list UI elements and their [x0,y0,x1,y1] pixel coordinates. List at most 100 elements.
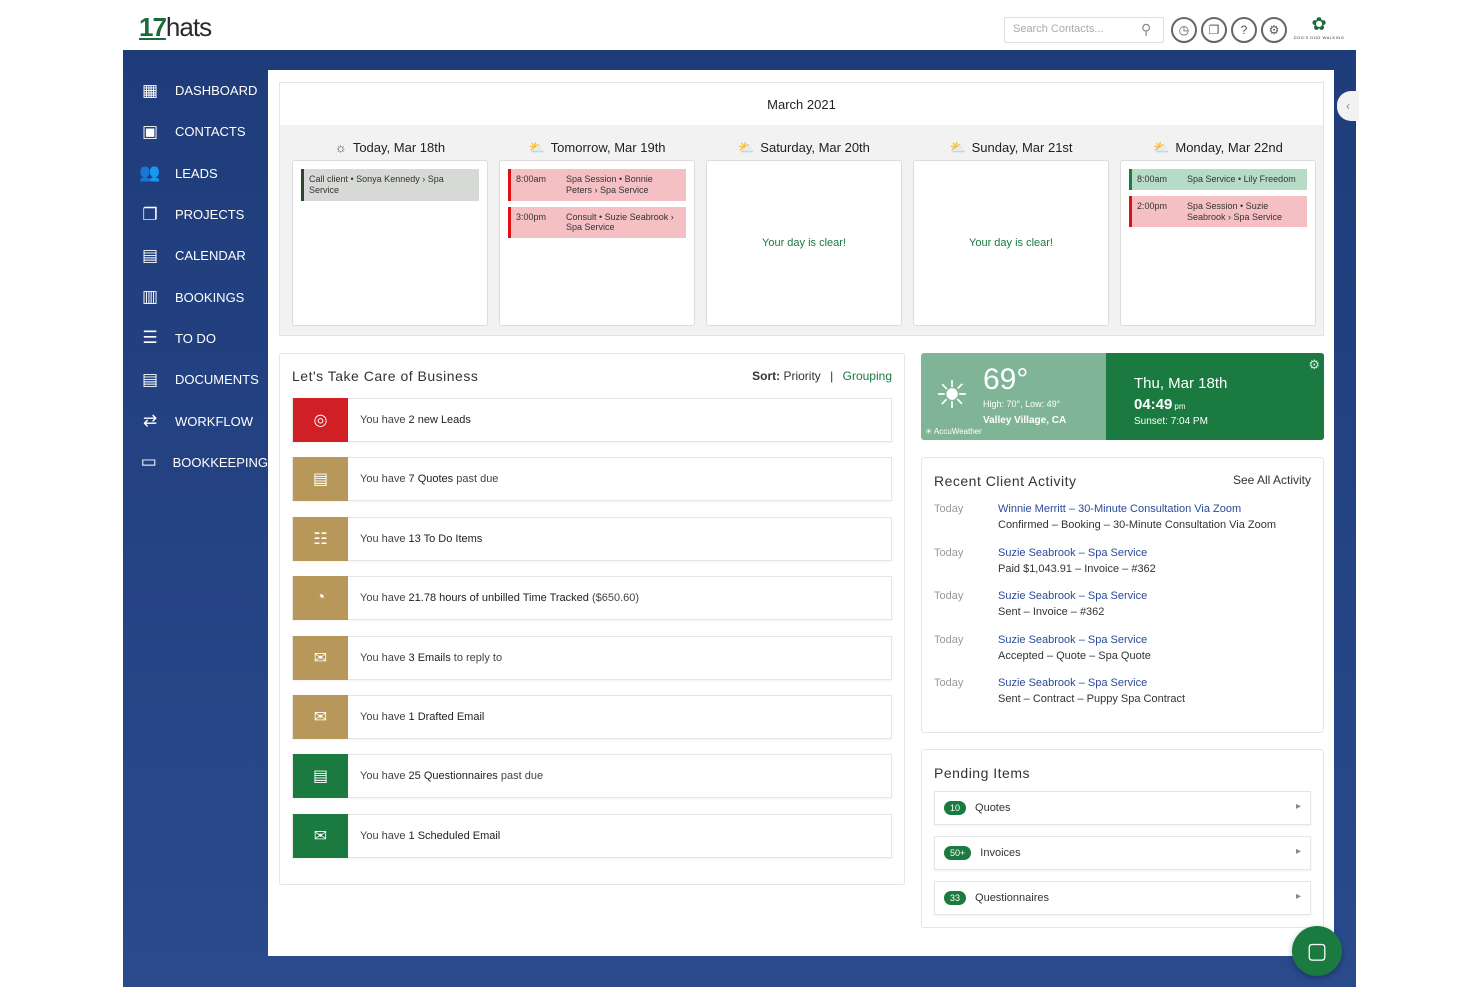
count-badge: 10 [944,801,967,815]
bookings-icon: ▥ [141,287,159,307]
day-title[interactable]: ⛅ Tomorrow, Mar 19th [499,135,695,160]
sidebar-item-label: BOOKINGS [175,289,245,305]
list-icon: ☷ [293,516,348,561]
count-badge: 33 [944,891,967,905]
day-title[interactable]: ⛅ Saturday, Mar 20th [706,135,902,160]
app-logo[interactable]: 17hats [139,12,212,43]
weather-current: ☀ 69° High: 70°, Low: 49° Valley Village… [921,353,1121,440]
workflow-icon: ⇄ [142,411,158,431]
weather-brand[interactable]: ☀ AccuWeather [925,427,982,436]
business-task-row[interactable]: ◔ You have 21.78 hours of unbilled Time T… [292,576,892,621]
day-clear-message: Your day is clear! [762,237,846,249]
weather-date: Thu, Mar 18th [1134,375,1228,392]
see-all-activity-link[interactable]: See All Activity [1233,473,1311,487]
gear-icon[interactable]: ⚙ [1261,17,1287,43]
calendar-event[interactable]: 2:00pm Spa Session • Suzie Seabrook › Spa… [1129,195,1307,228]
chevron-right-icon: ▸ [1295,891,1301,902]
activity-title: Recent Client Activity [934,473,1077,489]
task-text: You have 7 Quotes past due [348,473,498,485]
event-time: 8:00am [516,174,547,184]
sidebar-item-dashboard[interactable]: ▦ DASHBOARD [123,70,268,111]
sidebar-item-workflow[interactable]: ⇄ WORKFLOW [123,400,268,441]
business-task-row[interactable]: ▤ You have 25 Questionnaires past due [292,754,892,799]
grouping-link[interactable]: Grouping [843,369,892,383]
task-text: You have 1 Drafted Email [348,711,484,723]
business-task-row[interactable]: ☷ You have 13 To Do Items [292,516,892,561]
help-icon[interactable]: ? [1231,17,1257,43]
task-text-highlight: 1 Scheduled Email [408,829,501,842]
event-description: Spa Service • Lily Freedom [1187,174,1296,184]
business-task-row[interactable]: ✉ You have 3 Emails to reply to [292,635,892,680]
pending-item-questionnaires[interactable]: 33 Questionnaires ▸ [934,881,1311,915]
task-text-pre: You have [360,592,409,605]
calendar-month[interactable]: March 2021 [280,83,1323,125]
pending-title: Pending Items [934,765,1030,781]
lead-icon: ◎ [293,398,348,442]
business-task-row[interactable]: ✉ You have 1 Scheduled Email [292,813,892,858]
activity-link[interactable]: Suzie Seabrook – Spa Service [998,547,1147,559]
weather-temp: 69° [983,363,1029,396]
task-text: You have 3 Emails to reply to [348,652,502,664]
calendar-event[interactable]: Call client • Sonya Kennedy › Spa Servic… [301,169,479,201]
cloud-sun-icon: ⛅ [1153,139,1170,155]
weather-sunset: Sunset: 7:04 PM [1134,416,1208,427]
event-time: 8:00am [1137,174,1168,184]
pending-item-quotes[interactable]: 10 Quotes ▸ [934,791,1311,825]
calendar-event[interactable]: 8:00am Spa Service • Lily Freedom [1129,169,1307,190]
business-task-row[interactable]: ✉ You have 1 Drafted Email [292,695,892,739]
activity-link[interactable]: Suzie Seabrook – Spa Service [998,590,1147,602]
sun-icon: ☀ [935,375,970,417]
activity-link[interactable]: Winnie Merritt – 30-Minute Consultation … [998,503,1241,515]
search-contacts-input[interactable]: Search Contacts... [1004,17,1164,43]
todo-icon: ☰ [142,328,158,348]
weather-settings-icon[interactable]: ⚙ [1308,357,1320,373]
sidebar-item-label: DASHBOARD [175,83,258,99]
calendar-event[interactable]: 3:00pm Consult • Suzie Seabrook › Spa Ser… [508,206,686,239]
business-task-row[interactable]: ◎ You have 2 new Leads [292,398,892,442]
activity-when: Today [934,503,964,515]
search-icon[interactable]: ⚲ [1141,21,1157,37]
activity-when: Today [934,546,964,559]
activity-link[interactable]: Suzie Seabrook – Spa Service [998,677,1147,689]
company-logo[interactable]: ✿ DOG'S DOG WALKING [1291,14,1347,46]
task-text-highlight: 13 To Do Items [408,532,483,545]
task-text: You have 25 Questionnaires past due [348,770,543,782]
sidebar-item-calendar[interactable]: ▤ CALENDAR [123,235,268,276]
day-clear-message: Your day is clear! [969,237,1053,249]
collapse-panel-icon[interactable]: ‹ [1337,91,1359,121]
calendar-event[interactable]: 8:00am Spa Session • Bonnie Peters › Spa … [508,169,686,201]
sidebar-item-to-do[interactable]: ☰ TO DO [123,318,268,359]
copy-icon[interactable]: ❐ [1201,17,1227,43]
sidebar-item-projects[interactable]: ❐ PROJECTS [123,194,268,235]
sort-label: Sort: [752,369,781,383]
day-title[interactable]: ⛅ Monday, Mar 22nd [1120,135,1316,160]
questionnaire-icon: ▤ [293,754,348,799]
activity-link[interactable]: Suzie Seabrook – Spa Service [998,634,1147,646]
task-text-highlight: 2 new Leads [408,414,471,426]
day-title[interactable]: ⛅ Sunday, Mar 21st [913,135,1109,160]
task-text-highlight: 3 Emails [408,651,451,664]
task-text: You have 2 new Leads [348,414,471,426]
calendar-day: ⛅ Monday, Mar 22nd 8:00am Spa Service • Lil… [1120,135,1316,326]
business-task-row[interactable]: ▤ You have 7 Quotes past due [292,457,892,502]
weather-widget: ☀ 69° High: 70°, Low: 49° Valley Village… [921,353,1324,440]
sun-icon: ☼ [334,140,347,155]
chat-icon[interactable]: ▢ [1292,926,1342,976]
sidebar-nav: ▦ DASHBOARD ▣ CONTACTS 👥 LEADS ❐ PROJECTS ▤ CALEN… [123,70,268,483]
task-text-pre: You have [360,711,409,723]
sidebar-item-bookings[interactable]: ▥ BOOKINGS [123,276,268,317]
day-events-box: 8:00am Spa Session • Bonnie Peters › Spa … [499,160,695,326]
sidebar-item-bookkeeping[interactable]: ▭ BOOKKEEPING [123,442,268,483]
clock-icon[interactable]: ◷ [1171,17,1197,43]
pending-item-invoices[interactable]: 50+ Invoices ▸ [934,836,1311,870]
chevron-right-icon: ▸ [1295,846,1301,857]
sidebar-item-documents[interactable]: ▤ DOCUMENTS [123,359,268,400]
sidebar-item-contacts[interactable]: ▣ CONTACTS [123,111,268,152]
day-title[interactable]: ☼ Today, Mar 18th [292,135,488,160]
sort-priority[interactable]: Priority [783,369,820,383]
task-text-pre: You have [360,473,409,486]
task-text-pre: You have [360,770,409,783]
day-title-label: Sunday, Mar 21st [971,140,1073,155]
sidebar-item-leads[interactable]: 👥 LEADS [123,153,268,194]
pending-items-panel: Pending Items 10 Quotes ▸ 50+ Invoices ▸ 33 Que… [921,749,1324,928]
